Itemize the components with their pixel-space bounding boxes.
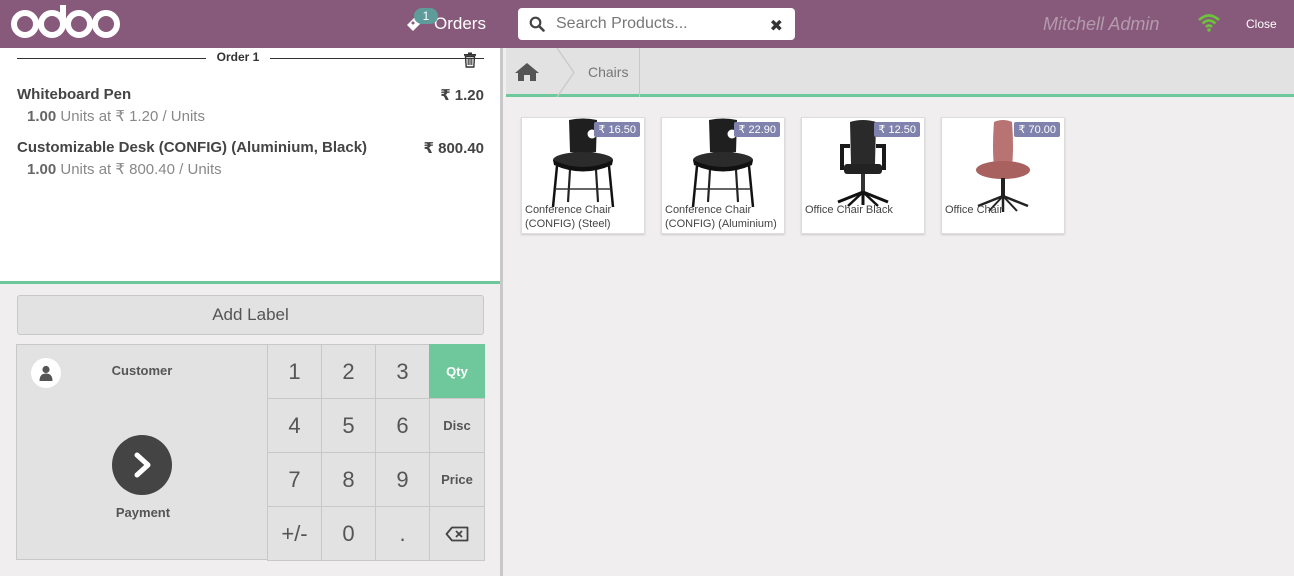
order-widget: Order 1 Whiteboard Pen ₹ 1.20 1.00 Units…: [0, 48, 500, 284]
product-name: Office Chair: [945, 204, 1003, 216]
cashier-name[interactable]: Mitchell Admin: [1043, 14, 1159, 35]
payment-label: Payment: [115, 505, 171, 520]
order-line-price: ₹ 1.20: [440, 87, 484, 104]
add-label-button[interactable]: Add Label: [17, 295, 484, 335]
numpad-key-sign[interactable]: +/-: [267, 506, 322, 561]
numpad-key-5[interactable]: 5: [321, 398, 376, 453]
order-line-unit-info: Units at ₹ 1.20 / Units: [60, 108, 205, 125]
product-price-tag: ₹ 16.50: [594, 122, 640, 137]
order-line[interactable]: Customizable Desk (CONFIG) (Aluminium, B…: [17, 139, 484, 178]
user-icon: [31, 358, 61, 388]
order-title: Order 1: [206, 50, 270, 64]
numpad: 1 2 3 Qty 4 5 6 Disc 7 8 9 Price +/- 0 .: [267, 344, 485, 561]
order-line-info: 1.00 Units at ₹ 800.40 / Units: [27, 160, 484, 178]
customer-button[interactable]: Customer: [16, 344, 268, 398]
numpad-key-decimal[interactable]: .: [375, 506, 430, 561]
breadcrumb-separator: [556, 47, 576, 102]
orders-button[interactable]: 1 Orders: [404, 8, 486, 38]
search-icon: [518, 16, 556, 32]
ticket-icon: 1: [404, 8, 438, 34]
odoo-logo: [10, 4, 122, 49]
search-input[interactable]: [556, 15, 756, 33]
order-line-name: Whiteboard Pen: [17, 86, 132, 103]
numpad-key-6[interactable]: 6: [375, 398, 430, 453]
wifi-icon[interactable]: [1198, 14, 1220, 37]
orders-count-badge: 1: [414, 8, 438, 24]
numpad-key-3[interactable]: 3: [375, 344, 430, 399]
home-icon[interactable]: [514, 62, 540, 87]
product-name: Conference Chair (CONFIG) (Steel): [525, 204, 612, 230]
order-line-name: Customizable Desk (CONFIG) (Aluminium, B…: [17, 139, 368, 156]
product-card[interactable]: ₹ 70.00 Office Chair: [941, 117, 1065, 234]
product-price-tag: ₹ 70.00: [1014, 122, 1060, 137]
backspace-icon: [445, 526, 469, 541]
breadcrumb-chairs[interactable]: Chairs: [588, 64, 628, 80]
order-line-unit-info: Units at ₹ 800.40 / Units: [60, 161, 222, 178]
order-line-price: ₹ 800.40: [423, 140, 484, 157]
backspace-key[interactable]: [429, 506, 485, 561]
trash-icon[interactable]: [463, 52, 477, 73]
product-name: Conference Chair (CONFIG) (Aluminium): [665, 204, 777, 230]
left-pane: Order 1 Whiteboard Pen ₹ 1.20 1.00 Units…: [0, 48, 500, 576]
product-search: ✖: [518, 8, 795, 40]
product-card[interactable]: ₹ 16.50 Conference Chair (CONFIG) (Steel…: [521, 117, 645, 234]
product-price-tag: ₹ 12.50: [874, 122, 920, 137]
product-name: Office Chair Black: [805, 204, 893, 216]
numpad-key-0[interactable]: 0: [321, 506, 376, 561]
close-button[interactable]: Close: [1246, 17, 1277, 31]
numpad-key-7[interactable]: 7: [267, 452, 322, 507]
clear-search-icon[interactable]: ✖: [770, 16, 783, 36]
payment-button[interactable]: Payment: [16, 397, 268, 560]
order-line-qty: 1.00: [27, 161, 57, 178]
order-line-qty: 1.00: [27, 108, 57, 125]
breadcrumb-end-divider: [639, 48, 640, 97]
action-pad: Customer Payment 1 2 3 Qty 4 5 6 Disc 7 …: [16, 344, 485, 561]
orders-label: Orders: [434, 14, 486, 33]
numpad-key-1[interactable]: 1: [267, 344, 322, 399]
order-line-info: 1.00 Units at ₹ 1.20 / Units: [27, 107, 484, 125]
product-card[interactable]: ₹ 22.90 Conference Chair (CONFIG) (Alumi…: [661, 117, 785, 234]
numpad-key-9[interactable]: 9: [375, 452, 430, 507]
numpad-key-4[interactable]: 4: [267, 398, 322, 453]
numpad-key-2[interactable]: 2: [321, 344, 376, 399]
mode-price-button[interactable]: Price: [429, 452, 485, 507]
category-breadcrumb: Chairs: [506, 47, 1294, 98]
chevron-right-icon: [112, 435, 172, 495]
pane-divider: [500, 48, 503, 576]
product-card[interactable]: ₹ 12.50 Office Chair Black: [801, 117, 925, 234]
order-line[interactable]: Whiteboard Pen ₹ 1.20 1.00 Units at ₹ 1.…: [17, 86, 484, 125]
customer-label: Customer: [111, 363, 173, 378]
mode-disc-button[interactable]: Disc: [429, 398, 485, 453]
mode-qty-button[interactable]: Qty: [429, 344, 485, 399]
product-price-tag: ₹ 22.90: [734, 122, 780, 137]
numpad-key-8[interactable]: 8: [321, 452, 376, 507]
top-bar: 1 Orders ✖ Mitchell Admin Close: [0, 0, 1294, 48]
